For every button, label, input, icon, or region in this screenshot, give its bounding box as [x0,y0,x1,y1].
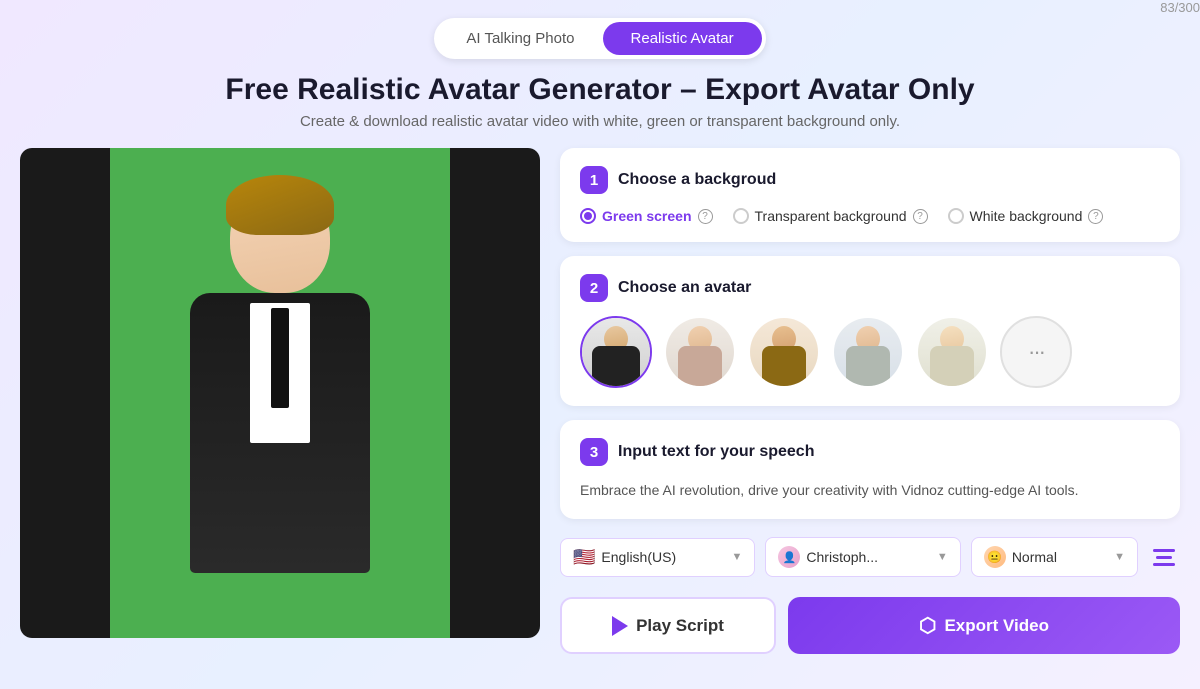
header: AI Talking Photo Realistic Avatar [0,0,1200,73]
avatar-bg-4 [834,318,902,386]
avatar-tie [271,308,289,408]
action-buttons: Play Script ⬡ Export Video [560,597,1180,654]
language-select[interactable]: 🇺🇸 English(US) ▼ [560,538,755,577]
page-subtitle: Create & download realistic avatar video… [0,113,1200,130]
mini-person-2 [666,318,734,386]
line-bar-1 [1153,549,1175,552]
title-area: Free Realistic Avatar Generator – Export… [0,73,1200,130]
bg-option-green-screen[interactable]: Green screen ? [580,208,713,224]
step2-badge: 2 [580,274,608,302]
lines-menu-icon[interactable] [1148,541,1180,573]
play-script-button[interactable]: Play Script [560,597,776,654]
radio-white[interactable] [948,208,964,224]
radio-transparent[interactable] [733,208,749,224]
more-avatars-icon: ··· [1028,339,1044,365]
voice-value: Christoph... [806,549,878,565]
language-flag: 🇺🇸 [573,547,595,568]
step3-title: Input text for your speech [618,443,814,461]
avatar-bg-1 [582,318,650,386]
voice-select[interactable]: 👤 Christoph... ▼ [765,537,960,577]
bg-option-white[interactable]: White background ? [948,208,1104,224]
step1-card: 1 Choose a backgroud Green screen ? Tran… [560,148,1180,242]
background-options: Green screen ? Transparent background ? … [580,208,1160,224]
voice-avatar-mini: 👤 [778,546,800,568]
text-counter: 83/300 [1160,0,1200,15]
right-panel: 1 Choose a backgroud Green screen ? Tran… [560,148,1180,654]
more-avatars-button[interactable]: ··· [1000,316,1072,388]
avatar-item-1[interactable] [580,316,652,388]
tab-container: AI Talking Photo Realistic Avatar [434,18,765,59]
export-video-label: Export Video [944,616,1049,636]
play-triangle-icon [612,616,628,636]
avatar-item-4[interactable] [832,316,904,388]
step1-title: Choose a backgroud [618,171,776,189]
avatar-head [230,183,330,293]
mini-body-3 [762,346,806,386]
step2-header: 2 Choose an avatar [580,274,1160,302]
line-bar-2 [1156,556,1172,559]
step3-header: 3 Input text for your speech 83/300 [580,438,1160,466]
avatar-hair [226,175,334,235]
avatar-bg-5 [918,318,986,386]
step3-badge: 3 [580,438,608,466]
green-screen-help-icon[interactable]: ? [698,209,713,224]
speech-text[interactable]: Embrace the AI revolution, drive your cr… [580,480,1160,501]
language-chevron-icon: ▼ [732,551,743,563]
avatar-item-2[interactable] [664,316,736,388]
avatar-list: ··· [580,316,1160,388]
bg-option-transparent[interactable]: Transparent background ? [733,208,928,224]
avatar-item-3[interactable] [748,316,820,388]
tab-ai-talking-photo[interactable]: AI Talking Photo [438,22,602,55]
green-screen-preview [110,148,450,638]
speed-chevron-icon: ▼ [1114,551,1125,563]
step3-card: 3 Input text for your speech 83/300 Embr… [560,420,1180,519]
avatar-figure [150,163,410,623]
step1-header: 1 Choose a backgroud [580,166,1160,194]
page-title: Free Realistic Avatar Generator – Export… [0,73,1200,107]
mini-body-5 [930,346,974,386]
line-bar-3 [1153,563,1175,566]
language-value: English(US) [601,549,676,565]
transparent-help-icon[interactable]: ? [913,209,928,224]
white-label: White background [970,208,1083,224]
speed-face-icon: 😐 [984,546,1006,568]
tab-realistic-avatar[interactable]: Realistic Avatar [603,22,762,55]
mini-person-3 [750,318,818,386]
export-video-icon: ⬡ [919,613,936,638]
speed-select[interactable]: 😐 Normal ▼ [971,537,1138,577]
green-screen-label: Green screen [602,208,692,224]
radio-green-screen[interactable] [580,208,596,224]
main-content: 1 Choose a backgroud Green screen ? Tran… [0,148,1200,654]
transparent-label: Transparent background [755,208,907,224]
step2-title: Choose an avatar [618,279,751,297]
mini-person-1 [582,318,650,386]
step2-card: 2 Choose an avatar [560,256,1180,406]
mini-person-4 [834,318,902,386]
mini-body-1 [592,346,640,386]
avatar-bg-3 [750,318,818,386]
step1-badge: 1 [580,166,608,194]
mini-body-4 [846,346,890,386]
bottom-controls: 🇺🇸 English(US) ▼ 👤 Christoph... ▼ 😐 Norm… [560,537,1180,577]
speed-value: Normal [1012,549,1057,565]
mini-body-2 [678,346,722,386]
avatar-item-5[interactable] [916,316,988,388]
avatar-bg-2 [666,318,734,386]
play-script-label: Play Script [636,616,724,636]
mini-person-5 [918,318,986,386]
avatar-body [190,293,370,573]
white-help-icon[interactable]: ? [1088,209,1103,224]
radio-inner-green [584,212,592,220]
video-preview [20,148,540,638]
export-video-button[interactable]: ⬡ Export Video [788,597,1180,654]
voice-chevron-icon: ▼ [937,551,948,563]
